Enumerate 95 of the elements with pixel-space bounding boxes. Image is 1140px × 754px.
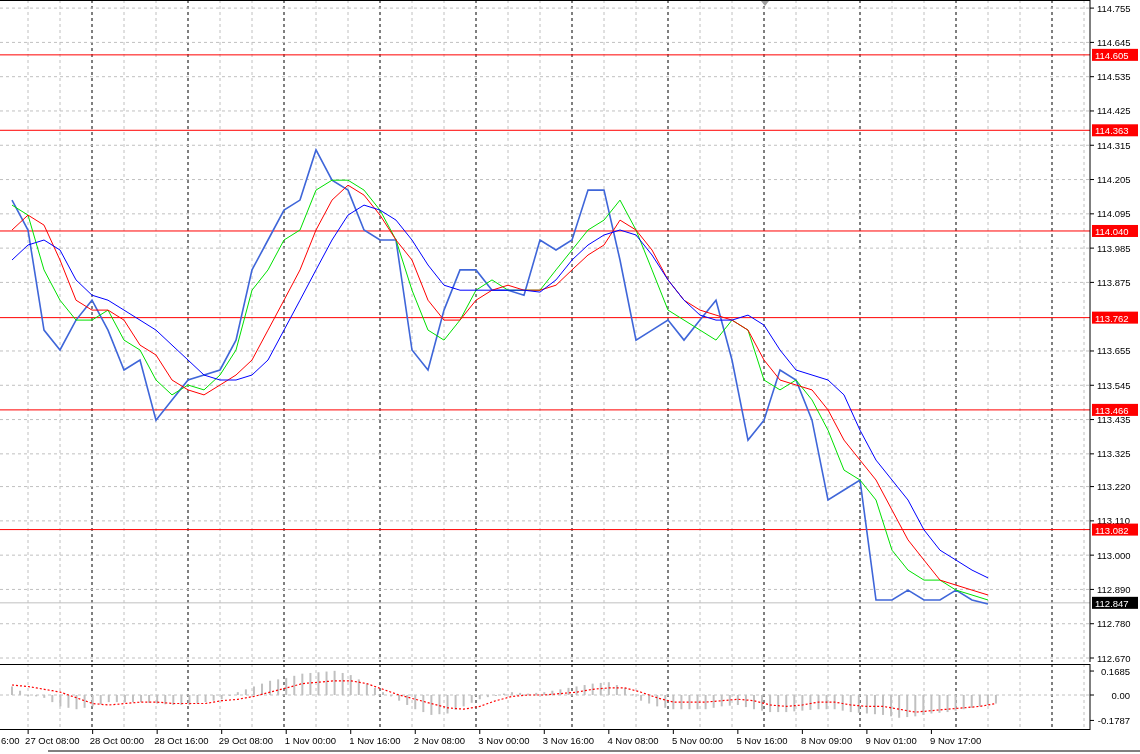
ref-line-label: 113.762 — [1095, 312, 1129, 324]
price-axis-label: 113.655 — [1089, 345, 1131, 357]
price-level-line[interactable] — [0, 129, 1091, 131]
y-tick-label: 113.325 — [1097, 448, 1131, 460]
price-axis-label: 114.315 — [1089, 139, 1131, 151]
y-tick-label: 114.535 — [1097, 71, 1131, 83]
y-tick-label: 113.985 — [1097, 242, 1131, 254]
y-tick-label: 114.315 — [1097, 139, 1131, 151]
price-axis-label: 113.000 — [1089, 549, 1131, 561]
x-tick-label: 29 Oct 08:00 — [218, 735, 274, 747]
ref-line-label: 114.040 — [1095, 225, 1129, 237]
y-tick-label: 113.435 — [1097, 414, 1131, 426]
price-level-label: 113.082 — [1092, 523, 1138, 536]
time-axis-label: 27 Oct 08:00 — [25, 728, 80, 747]
price-level-line[interactable] — [0, 54, 1091, 56]
y-tick-label: -0.1787 — [1097, 715, 1130, 727]
y-tick-label: 113.875 — [1097, 276, 1131, 288]
shift-marker-icon[interactable] — [761, 1, 769, 6]
y-tick-label: 113.220 — [1097, 481, 1131, 493]
x-tick-label: 2 Nov 08:00 — [413, 735, 466, 747]
y-tick-label: 113.000 — [1097, 549, 1131, 561]
time-axis-label: 29 Oct 08:00 — [218, 728, 274, 747]
time-axis-label: 9 Nov 17:00 — [930, 728, 982, 747]
price-axis-label: 112.780 — [1089, 618, 1131, 630]
x-tick-label: 1 Nov 00:00 — [284, 735, 337, 747]
y-tick-label: 114.095 — [1097, 208, 1131, 220]
ref-line-label: 112.847 — [1095, 597, 1129, 609]
price-axis-label: 114.755 — [1089, 2, 1131, 14]
y-tick-label: 114.425 — [1097, 105, 1131, 117]
y-tick-label: 114.205 — [1097, 174, 1131, 186]
x-tick-label: 5 Nov 16:00 — [736, 735, 788, 747]
indicator-axis-label: 0.00 — [1089, 689, 1130, 701]
price-axis-label: 112.890 — [1089, 583, 1131, 595]
time-axis-label: 1 Nov 16:00 — [349, 728, 401, 747]
y-tick-label: 0.00 — [1111, 689, 1130, 701]
x-tick-label: 9 Nov 17:00 — [929, 735, 982, 747]
indicator-axis-label: 0.1685 — [1089, 665, 1130, 677]
y-tick-label: 113.655 — [1097, 345, 1131, 357]
time-axis-label: 5 Nov 16:00 — [736, 728, 788, 747]
time-axis-label: 4 Nov 08:00 — [607, 728, 659, 747]
x-tick-label: 1 Nov 16:00 — [349, 735, 401, 747]
price-axis-label: 114.095 — [1089, 208, 1131, 220]
time-axis-label: 3 Nov 16:00 — [542, 728, 595, 747]
x-tick-label: 3 Nov 00:00 — [478, 735, 530, 747]
x-tick-label: 5 Nov 00:00 — [671, 735, 724, 747]
time-axis-label: 3 Nov 00:00 — [478, 728, 530, 747]
price-level-label: 114.605 — [1092, 48, 1138, 61]
price-level-label: 113.466 — [1092, 403, 1138, 416]
price-level-label: 113.762 — [1092, 311, 1138, 324]
time-axis-label: 6:00 — [1, 735, 20, 747]
price-axis-label: 113.545 — [1089, 379, 1131, 391]
y-tick-label: 0.1685 — [1100, 665, 1130, 677]
bar — [543, 692, 546, 696]
y-tick-label: 114.755 — [1097, 2, 1131, 14]
y-tick-label: 112.670 — [1097, 652, 1131, 664]
x-tick-label: 8 Nov 09:00 — [800, 735, 853, 747]
ref-line-label: 113.082 — [1095, 524, 1129, 536]
price-level-label: 114.040 — [1092, 225, 1138, 237]
time-axis-label: 2 Nov 08:00 — [413, 728, 466, 747]
x-tick-label: 3 Nov 16:00 — [542, 735, 595, 747]
ref-line-label: 114.605 — [1095, 49, 1129, 61]
price-axis-label: 113.435 — [1089, 414, 1131, 426]
price-level-label: 114.363 — [1092, 124, 1138, 137]
price-axis-label: 113.325 — [1089, 448, 1131, 460]
time-axis-label: 28 Oct 00:00 — [89, 728, 145, 747]
time-axis-label: 9 Nov 01:00 — [865, 728, 917, 747]
x-tick-label: 27 Oct 08:00 — [25, 735, 80, 747]
x-tick-label: 28 Oct 16:00 — [154, 735, 209, 747]
time-axis-label: 5 Nov 00:00 — [671, 728, 724, 747]
time-axis-label: 1 Nov 00:00 — [284, 728, 336, 747]
time-axis-label: 8 Nov 09:00 — [800, 728, 853, 747]
y-tick-label: 114.645 — [1097, 36, 1131, 48]
price-axis-label: 114.205 — [1089, 174, 1131, 186]
price-axis-label: 112.670 — [1089, 652, 1131, 663]
indicator-axis-label: -0.1787 — [1089, 715, 1130, 727]
ref-line-label: 114.363 — [1095, 125, 1129, 137]
price-axis-label: 114.535 — [1089, 71, 1131, 83]
ref-line-label: 113.466 — [1095, 404, 1129, 416]
price-level-label: 112.847 — [1092, 596, 1138, 609]
price-axis-label: 114.425 — [1089, 105, 1131, 117]
price-level-line[interactable] — [0, 230, 1091, 232]
price-axis-label: 113.220 — [1089, 481, 1131, 493]
x-tick-label: 4 Nov 08:00 — [607, 735, 659, 747]
y-tick-label: 112.780 — [1097, 618, 1131, 630]
price-level-line[interactable] — [0, 409, 1091, 411]
price-level-line[interactable] — [0, 529, 1091, 531]
price-axis-label: 113.875 — [1089, 276, 1131, 288]
price-level-line[interactable] — [0, 317, 1091, 319]
y-tick-label: 113.545 — [1097, 379, 1131, 391]
price-axis-label: 113.985 — [1089, 242, 1131, 254]
y-tick-label: 112.890 — [1097, 583, 1131, 595]
price-axis-label: 114.645 — [1089, 36, 1131, 48]
time-axis-label: 28 Oct 16:00 — [154, 728, 209, 747]
x-tick-label: 9 Nov 01:00 — [865, 735, 917, 747]
x-tick-label: 28 Oct 00:00 — [89, 735, 145, 747]
